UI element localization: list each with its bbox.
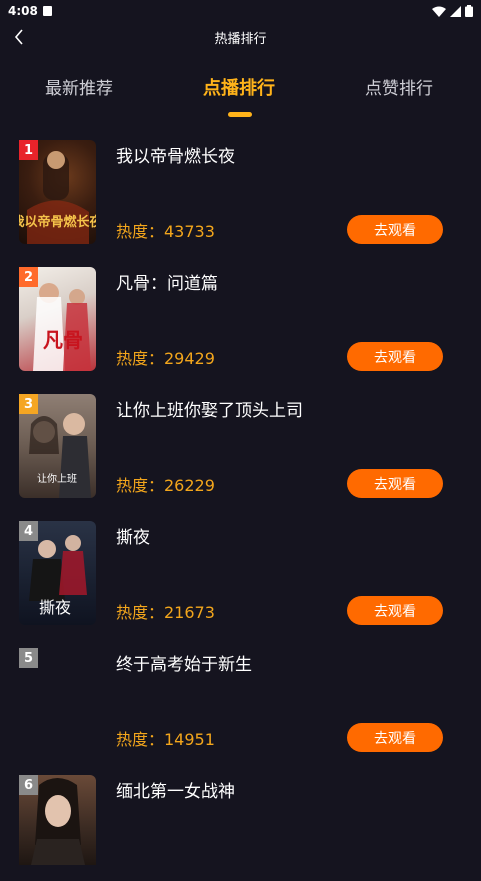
- tab-latest[interactable]: 最新推荐: [45, 74, 113, 99]
- item-title: 我以帝骨燃长夜: [116, 147, 235, 167]
- heat-value: 热度：26229: [116, 476, 215, 495]
- status-bar: 4:08: [0, 0, 481, 22]
- chevron-left-icon: [14, 29, 23, 45]
- rank-badge: 4: [19, 521, 38, 541]
- heat-value: 热度：21673: [116, 603, 215, 622]
- watch-button[interactable]: 去观看: [347, 596, 443, 625]
- sd-card-icon: [42, 6, 52, 16]
- wifi-icon: [432, 6, 446, 17]
- watch-button[interactable]: 去观看: [347, 215, 443, 244]
- poster-title-text: 凡骨: [43, 328, 83, 352]
- poster-title-text: 让你上班: [37, 472, 77, 485]
- app-header: 热播排行: [0, 22, 481, 52]
- tab-play-ranking[interactable]: 点播排行: [203, 74, 275, 100]
- item-title: 撕夜: [116, 528, 150, 548]
- poster-title-text: 撕夜: [39, 598, 71, 617]
- back-button[interactable]: [6, 24, 32, 50]
- list-item[interactable]: 6 缅北第一女战神: [0, 773, 481, 881]
- signal-icon: [450, 5, 461, 17]
- watch-button[interactable]: 去观看: [347, 469, 443, 498]
- watch-button[interactable]: 去观看: [347, 342, 443, 371]
- watch-button[interactable]: 去观看: [347, 723, 443, 752]
- rank-badge: 5: [19, 648, 38, 668]
- status-time: 4:08: [8, 4, 38, 18]
- heat-value: 热度：29429: [116, 349, 215, 368]
- poster-title-text: 我以帝骨燃长夜: [19, 214, 96, 230]
- item-title: 让你上班你娶了顶头上司: [116, 401, 303, 421]
- list-item[interactable]: 5 终于高考始于新生 热度：14951 去观看: [0, 646, 481, 754]
- rank-badge: 2: [19, 267, 38, 287]
- tab-like-ranking[interactable]: 点赞排行: [365, 74, 433, 99]
- tab-active-indicator: [228, 112, 252, 117]
- rank-badge: 1: [19, 140, 38, 160]
- item-title: 凡骨：问道篇: [116, 274, 218, 294]
- heat-value: 热度：43733: [116, 222, 215, 241]
- list-item[interactable]: 撕夜 4 撕夜 热度：21673 去观看: [0, 519, 481, 627]
- page-title: 热播排行: [214, 31, 267, 47]
- battery-icon: [465, 5, 473, 17]
- rank-badge: 6: [19, 775, 38, 795]
- list-item[interactable]: 我以帝骨燃长夜 1 我以帝骨燃长夜 热度：43733 去观看: [0, 138, 481, 246]
- item-title: 终于高考始于新生: [116, 655, 252, 675]
- list-item[interactable]: 凡骨 2 凡骨：问道篇 热度：29429 去观看: [0, 265, 481, 373]
- rank-badge: 3: [19, 394, 38, 414]
- heat-value: 热度：14951: [116, 730, 215, 749]
- ranking-tabs: 最新推荐 点播排行 点赞排行: [0, 70, 481, 120]
- status-icons: [432, 5, 473, 17]
- item-title: 缅北第一女战神: [116, 782, 235, 802]
- list-item[interactable]: 让你上班 3 让你上班你娶了顶头上司 热度：26229 去观看: [0, 392, 481, 500]
